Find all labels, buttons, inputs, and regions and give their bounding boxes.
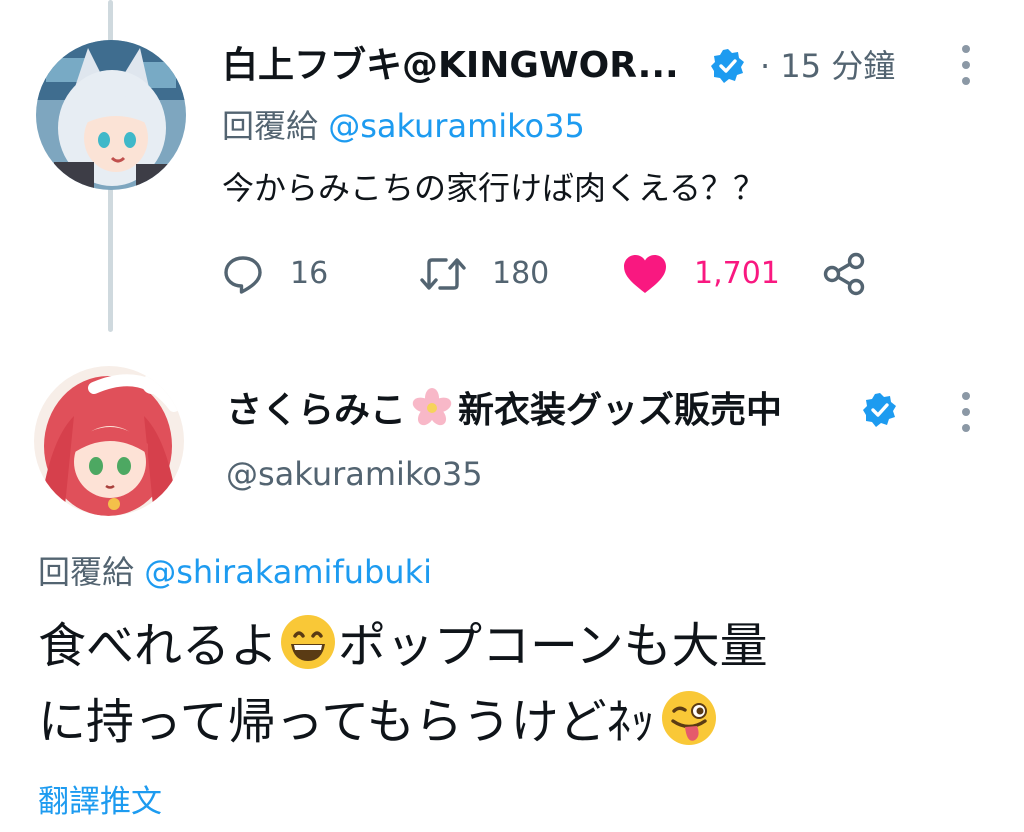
heart-filled-icon[interactable] [622,253,668,295]
reply-context: 回覆給 @shirakamifubuki [38,552,432,592]
comment-icon[interactable] [222,253,264,295]
verified-badge-icon [710,48,746,84]
display-name-part1: さくらみこ [226,390,407,431]
cherry-blossom-icon [410,388,454,428]
tweet-text-line1-a: 食べれるよ [38,618,279,674]
like-action[interactable]: 1,701 [622,253,780,295]
reply-to-link[interactable]: @shirakamifubuki [144,553,432,591]
more-options-icon[interactable] [960,392,972,432]
reply-prefix: 回覆給 [222,107,319,145]
retweet-icon[interactable] [420,253,466,295]
share-action[interactable] [822,252,868,296]
avatar-miko[interactable] [34,366,184,516]
reply-to-link[interactable]: @sakuramiko35 [328,107,585,145]
reply-count: 16 [290,256,329,291]
like-count: 1,701 [694,256,780,291]
tweet-text: 今からみこちの家行けば肉くえる？？ [222,169,766,207]
retweet-action[interactable]: 180 [420,253,549,295]
reply-prefix: 回覆給 [38,553,135,591]
tweet-text-line1-b: ポップコーンも大量 [338,618,768,674]
display-name[interactable]: 白上フブキ@KINGWOR... [222,44,679,88]
avatar-fubuki[interactable] [36,40,186,190]
tweet-text-line2-a: に持って帰ってもらうけどﾈｯ [38,694,655,750]
tweet-text-line2: に持って帰ってもらうけどﾈｯ [38,688,719,754]
reply-action[interactable]: 16 [222,253,328,295]
user-handle[interactable]: @sakuramiko35 [226,454,483,494]
winking-tongue-face-icon [659,688,719,748]
translate-tweet-link[interactable]: 翻譯推文 [38,782,162,822]
verified-badge-icon [862,392,898,428]
retweet-count: 180 [492,256,550,291]
display-name[interactable]: さくらみこ 新衣装グッズ販売中 [226,388,782,433]
tweet-timestamp[interactable]: · 15 分鐘 [760,46,895,86]
display-name-part2: 新衣装グッズ販売中 [458,390,783,431]
tweet-text: 食べれるよ ポップコーンも大量 [38,612,768,678]
more-options-icon[interactable] [960,45,972,85]
reply-context: 回覆給 @sakuramiko35 [222,106,585,146]
grinning-face-icon [278,612,338,672]
share-icon[interactable] [822,252,868,296]
